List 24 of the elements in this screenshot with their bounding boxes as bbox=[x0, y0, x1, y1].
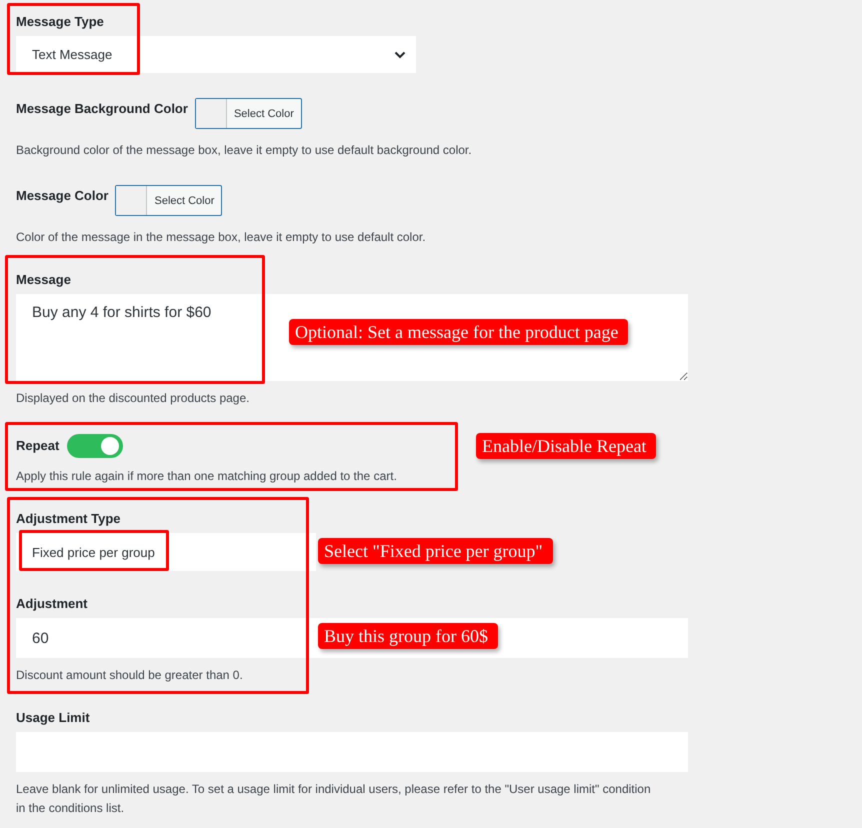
field-label: Adjustment bbox=[16, 596, 88, 612]
select-color-button[interactable]: Select Color bbox=[194, 98, 302, 129]
field-description: Apply this rule again if more than one matching group added to the cart. bbox=[16, 468, 398, 485]
field-label: Usage Limit bbox=[16, 710, 90, 726]
toggle-switch[interactable] bbox=[67, 434, 124, 458]
field-label: Message bbox=[16, 272, 71, 288]
annotation-callout: Buy this group for 60$ bbox=[318, 623, 498, 649]
select-color-button[interactable]: Select Color bbox=[115, 185, 222, 216]
chevron-down-icon bbox=[394, 50, 406, 58]
field-label: Repeat bbox=[16, 438, 60, 454]
annotation-callout: Optional: Set a message for the product page bbox=[289, 319, 628, 345]
field-description: Displayed on the discounted products page. bbox=[16, 390, 250, 407]
field-description: Background color of the message box, leave it empty to use default background color. bbox=[16, 142, 473, 159]
field-description: Color of the message in the message box, leave it empty to use default color. bbox=[16, 229, 427, 246]
field-description: Leave blank for unlimited usage. To set a usage limit for individual users, please refer to the "User usage limit" condition in the conditions list. bbox=[16, 781, 651, 817]
annotation-callout: Enable/Disable Repeat bbox=[476, 433, 656, 459]
field-label: Message Color bbox=[16, 188, 108, 204]
field-label: Adjustment Type bbox=[16, 511, 120, 527]
field-label: Message Background Color bbox=[16, 101, 188, 117]
annotation-callout: Select "Fixed price per group" bbox=[318, 538, 553, 564]
select-dropdown[interactable]: Fixed price per group bbox=[16, 533, 316, 571]
field-label: Message Type bbox=[16, 14, 104, 30]
field-description: Discount amount should be greater than 0. bbox=[16, 667, 244, 684]
select-dropdown[interactable]: Text Message bbox=[16, 36, 416, 73]
